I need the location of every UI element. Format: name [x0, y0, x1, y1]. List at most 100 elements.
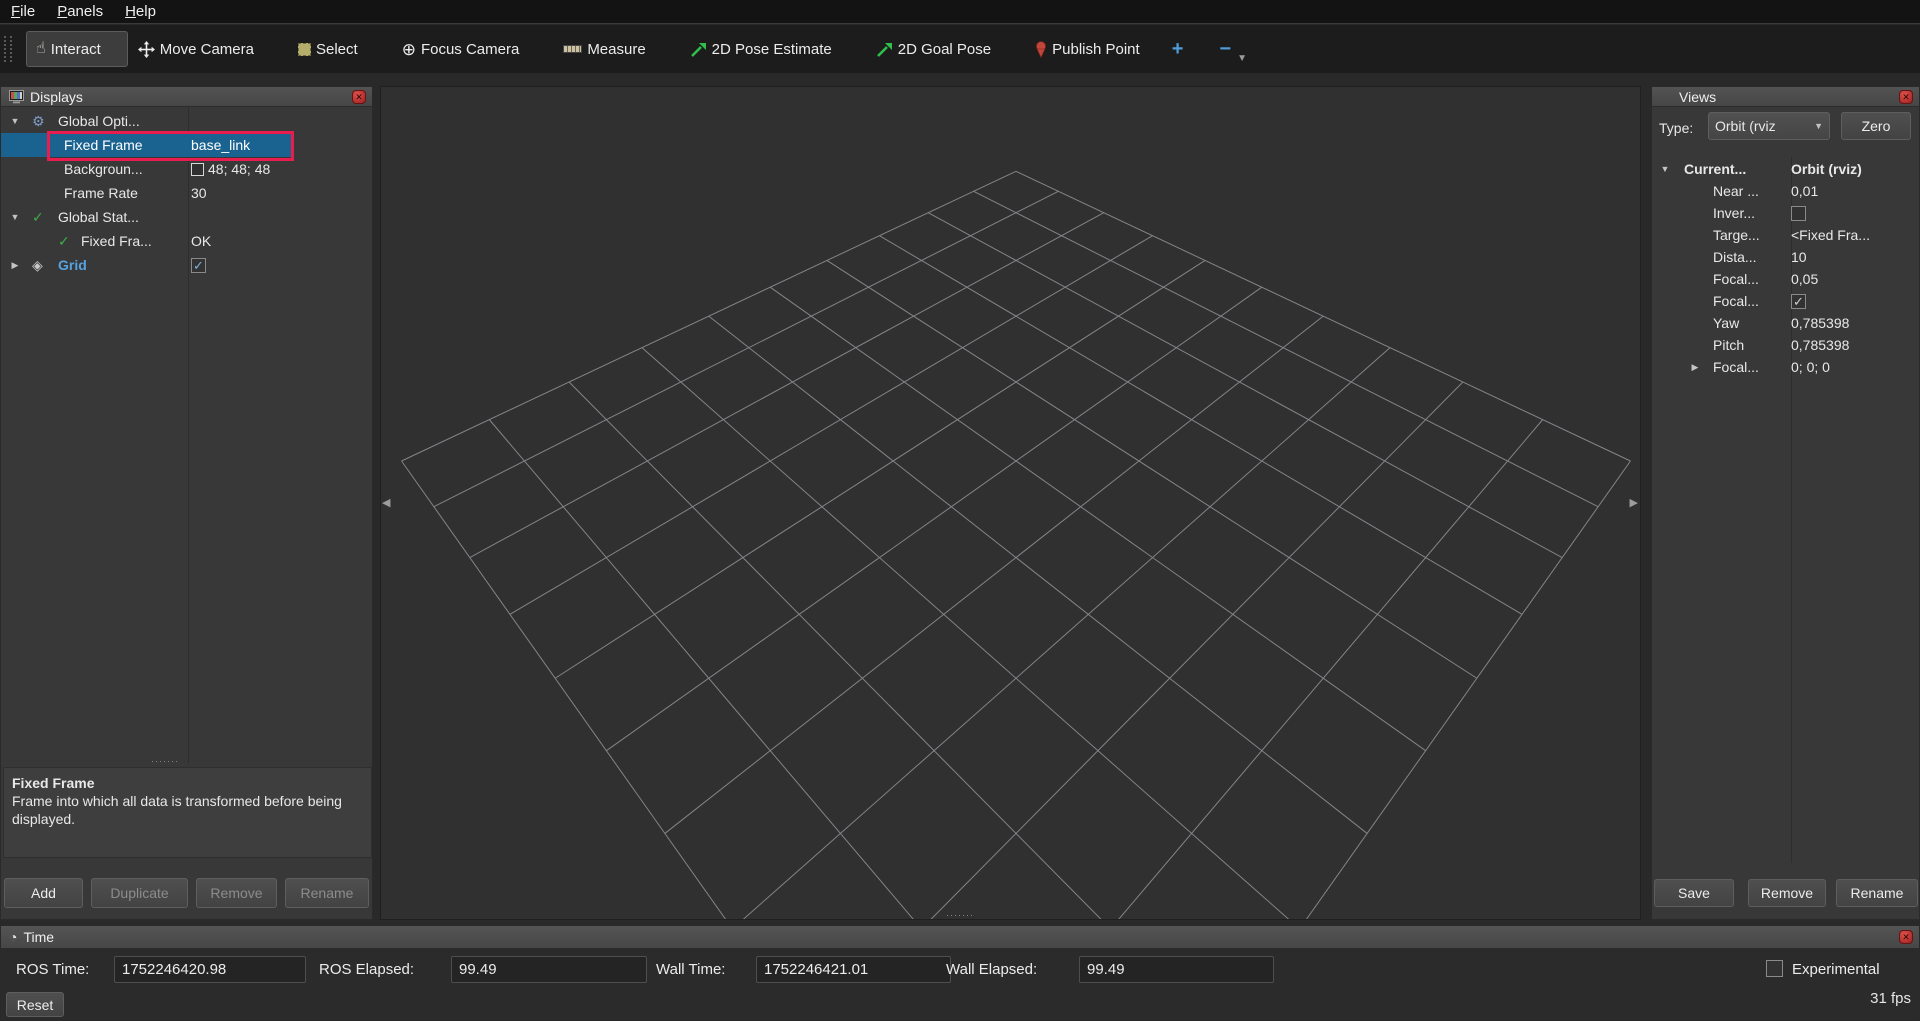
- duplicate-button[interactable]: Duplicate: [91, 878, 188, 908]
- reset-button[interactable]: Reset: [6, 992, 64, 1017]
- tree-row-global-options[interactable]: ▼ ⚙ Global Opti...: [1, 109, 374, 133]
- toolbar: ☝ Interact Move Camera Select ⊕ Focus Ca…: [0, 25, 1920, 73]
- save-view-button[interactable]: Save: [1654, 879, 1734, 907]
- horizontal-splitter-handle[interactable]: ·······: [946, 913, 974, 917]
- row-value[interactable]: 0,785398: [1791, 315, 1849, 331]
- map-pin-icon: [1035, 41, 1047, 58]
- tree-row-global-status[interactable]: ▼ ✓ Global Stat...: [1, 205, 374, 229]
- invert-z-cell: [1791, 206, 1806, 221]
- color-swatch: [191, 163, 204, 176]
- ros-time-field[interactable]: 1752246420.98: [114, 956, 306, 983]
- tree-row-focal-shape-fixed[interactable]: Focal... ✓: [1652, 289, 1920, 313]
- close-icon[interactable]: ✕: [1899, 90, 1913, 104]
- add-tool-button[interactable]: +: [1172, 38, 1184, 61]
- remove-button[interactable]: Remove: [196, 878, 277, 908]
- tree-row-focal-shape-size[interactable]: Focal... 0,05: [1652, 267, 1920, 291]
- tree-row-focal-point[interactable]: ▶ Focal... 0; 0; 0: [1652, 355, 1920, 379]
- tree-row-distance[interactable]: Dista... 10: [1652, 245, 1920, 269]
- close-icon[interactable]: ✕: [1899, 930, 1913, 944]
- toolbar-overflow-icon[interactable]: ▼: [1237, 53, 1247, 64]
- publish-point-tool-button[interactable]: Publish Point: [1035, 41, 1140, 58]
- expander-open-icon[interactable]: ▼: [9, 116, 21, 126]
- view-type-combobox[interactable]: Orbit (rviz ▼: [1708, 112, 1830, 140]
- move-camera-tool-button[interactable]: Move Camera: [138, 41, 254, 58]
- displays-panel-header[interactable]: Displays ✕: [1, 87, 372, 107]
- row-label: Dista...: [1713, 249, 1757, 265]
- expander-open-icon[interactable]: ▼: [1659, 164, 1671, 174]
- displays-panel: Displays ✕ ▼ ⚙ Global Opti... Fixed Fram…: [0, 86, 373, 920]
- checkbox-checked[interactable]: ✓: [1791, 294, 1806, 309]
- ruler-icon: [563, 45, 582, 53]
- wall-elapsed-field[interactable]: 99.49: [1079, 956, 1274, 983]
- row-value[interactable]: 0; 0; 0: [1791, 359, 1830, 375]
- time-panel: ◔ Time ✕ ROS Time: 1752246420.98 ROS Ela…: [0, 925, 1920, 1021]
- measure-tool-button[interactable]: Measure: [563, 41, 645, 58]
- tree-row-yaw[interactable]: Yaw 0,785398: [1652, 311, 1920, 335]
- menu-file[interactable]: File: [0, 2, 46, 21]
- goal-pose-tool-button[interactable]: 2D Goal Pose: [876, 41, 991, 58]
- menu-help[interactable]: Help: [114, 2, 167, 21]
- tree-row-background-color[interactable]: Backgroun... 48; 48; 48: [1, 157, 374, 181]
- remove-tool-button[interactable]: −: [1219, 38, 1231, 61]
- time-panel-header[interactable]: ◔ Time ✕: [1, 926, 1919, 949]
- row-label: Grid: [58, 257, 87, 273]
- collapse-right-panel-icon[interactable]: ▶: [1630, 496, 1638, 509]
- panel-splitter-handle[interactable]: ·······: [151, 759, 179, 763]
- time-panel-title: Time: [23, 929, 54, 945]
- remove-view-button[interactable]: Remove: [1748, 879, 1826, 907]
- select-tool-button[interactable]: Select: [298, 41, 358, 58]
- tree-row-invert-z[interactable]: Inver...: [1652, 201, 1920, 225]
- focus-camera-tool-button[interactable]: ⊕ Focus Camera: [402, 41, 520, 58]
- ground-grid: [381, 87, 1640, 919]
- displays-buttons: Add Duplicate Remove Rename: [4, 878, 369, 908]
- menu-panels[interactable]: Panels: [46, 2, 114, 21]
- tree-row-fixed-frame[interactable]: Fixed Frame base_link: [1, 133, 374, 157]
- tree-row-fixed-frame-status[interactable]: ✓ Fixed Fra... OK: [1, 229, 374, 253]
- tree-row-pitch[interactable]: Pitch 0,785398: [1652, 333, 1920, 357]
- check-icon: ✓: [32, 210, 44, 224]
- experimental-checkbox[interactable]: [1766, 960, 1783, 977]
- checkbox-checked[interactable]: ✓: [191, 258, 206, 273]
- views-panel-header[interactable]: Views ✕: [1652, 87, 1919, 107]
- tree-row-grid[interactable]: ▶ ◈ Grid ✓: [1, 253, 374, 277]
- row-label: Inver...: [1713, 205, 1755, 221]
- background-color-value[interactable]: 48; 48; 48: [191, 161, 270, 177]
- rename-button[interactable]: Rename: [285, 878, 369, 908]
- fps-counter: 31 fps: [1870, 990, 1911, 1007]
- frame-rate-value[interactable]: 30: [191, 185, 207, 201]
- ros-elapsed-field[interactable]: 99.49: [451, 956, 647, 983]
- chevron-down-icon: ▼: [1814, 121, 1823, 131]
- row-label: Fixed Fra...: [81, 233, 152, 249]
- row-value[interactable]: 0,01: [1791, 183, 1818, 199]
- interact-tool-button[interactable]: ☝ Interact: [26, 31, 128, 67]
- green-arrow-icon: [876, 41, 893, 58]
- wall-time-field[interactable]: 1752246421.01: [756, 956, 951, 983]
- fixed-frame-value[interactable]: base_link: [191, 137, 250, 153]
- select-label: Select: [316, 41, 358, 58]
- tree-row-current-view[interactable]: ▼ Current... Orbit (rviz): [1652, 157, 1920, 181]
- zero-button[interactable]: Zero: [1841, 112, 1911, 140]
- tree-row-near-clip[interactable]: Near ... 0,01: [1652, 179, 1920, 203]
- row-value[interactable]: 10: [1791, 249, 1807, 265]
- add-button[interactable]: Add: [4, 878, 83, 908]
- expander-closed-icon[interactable]: ▶: [9, 260, 21, 271]
- row-value[interactable]: 0,05: [1791, 271, 1818, 287]
- render-viewport[interactable]: ◀ ▶: [380, 86, 1641, 920]
- toolbar-drag-handle-icon[interactable]: [4, 36, 12, 62]
- ros-elapsed-label: ROS Elapsed:: [319, 961, 414, 978]
- close-icon[interactable]: ✕: [352, 90, 366, 104]
- view-type-value: Orbit (rviz: [1715, 118, 1776, 134]
- menu-bar: File Panels Help: [0, 0, 1920, 24]
- expander-closed-icon[interactable]: ▶: [1689, 362, 1701, 373]
- row-label: Frame Rate: [64, 185, 138, 201]
- collapse-left-panel-icon[interactable]: ◀: [382, 496, 390, 509]
- tree-row-target-frame[interactable]: Targe... <Fixed Fra...: [1652, 223, 1920, 247]
- pose-estimate-tool-button[interactable]: 2D Pose Estimate: [690, 41, 832, 58]
- ros-time-label: ROS Time:: [16, 961, 89, 978]
- row-value[interactable]: 0,785398: [1791, 337, 1849, 353]
- checkbox-unchecked[interactable]: [1791, 206, 1806, 221]
- expander-open-icon[interactable]: ▼: [9, 212, 21, 222]
- rename-view-button[interactable]: Rename: [1836, 879, 1918, 907]
- row-value[interactable]: <Fixed Fra...: [1791, 227, 1870, 243]
- tree-row-frame-rate[interactable]: Frame Rate 30: [1, 181, 374, 205]
